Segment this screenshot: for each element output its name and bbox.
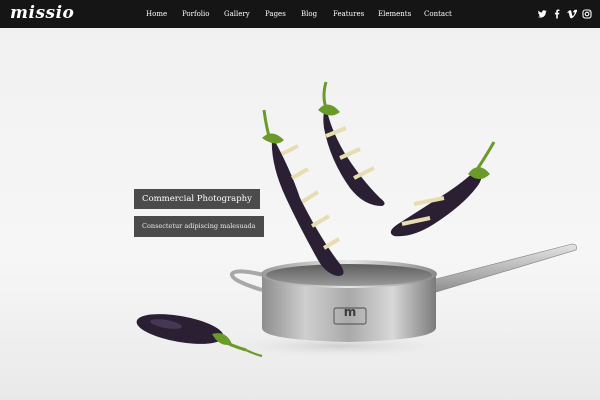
nav-item-contact[interactable]: Contact: [424, 0, 452, 28]
nav-item-features[interactable]: Features: [333, 0, 364, 28]
hero-slider: m Commercial Photography Consectetur adi…: [0, 28, 600, 400]
twitter-icon[interactable]: [537, 9, 547, 19]
nav-item-blog[interactable]: Blog: [301, 0, 317, 28]
hero-subtitle: Consectetur adipiscing malesuada: [134, 216, 264, 237]
site-logo[interactable]: missio: [10, 2, 74, 24]
facebook-icon[interactable]: [552, 9, 562, 19]
nav-item-pages[interactable]: Pages: [265, 0, 286, 28]
nav-item-gallery[interactable]: Gallery: [224, 0, 250, 28]
nav-item-porfolio[interactable]: Porfolio: [182, 0, 209, 28]
hero-title: Commercial Photography: [134, 189, 260, 209]
top-header: missio Home Porfolio Gallery Pages Blog …: [0, 0, 600, 28]
hero-photo: [0, 81, 600, 400]
nav-item-home[interactable]: Home: [146, 0, 167, 28]
instagram-icon[interactable]: [582, 9, 592, 19]
pan-emblem-letter: m: [343, 305, 357, 319]
nav-item-elements[interactable]: Elements: [378, 0, 411, 28]
vimeo-icon[interactable]: [567, 9, 577, 19]
